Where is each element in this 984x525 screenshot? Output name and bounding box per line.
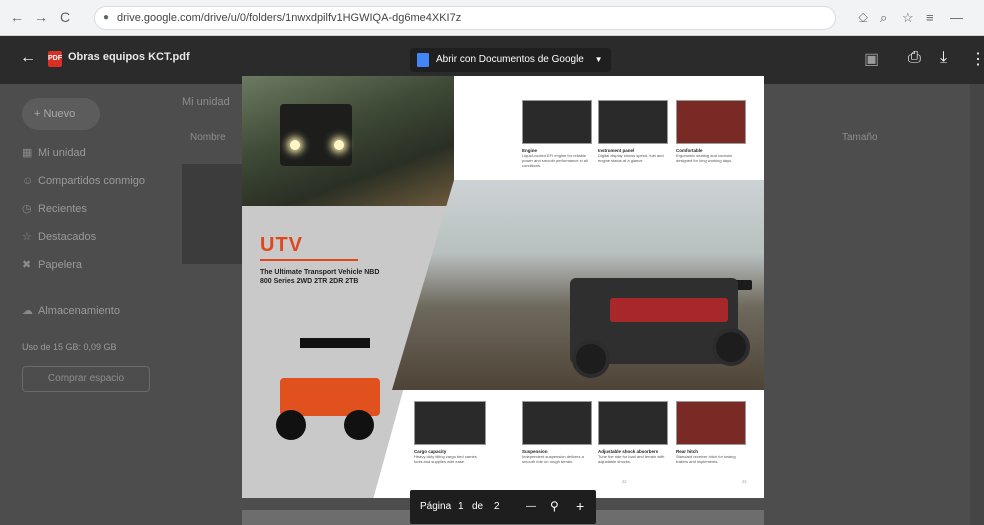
utv-cage [300,338,370,348]
open-with-label: Abrir con Documentos de Google [436,54,584,65]
folder-title: Mi unidad [182,96,230,108]
column-header-size[interactable]: Tamaño [842,132,878,143]
detail-photo-shocks [598,401,668,445]
caption-instruments: Instrument panel Digital display shows sp… [598,148,668,163]
zoom-icon[interactable]: ⌕ [880,10,887,26]
photo-utv-studio [270,338,382,446]
sidebar-item-storage[interactable]: ☁ Almacenamiento [22,302,120,320]
wheel [712,328,750,366]
file-thumbnail[interactable] [182,164,242,264]
wheel [572,340,610,378]
storage-usage: Uso de 15 GB: 0,09 GB [22,342,117,352]
brochure-title: UTV [260,234,303,256]
extension-icon-1[interactable]: ⎐ [858,10,868,26]
detail-photo-instruments [598,100,668,144]
reading-list-icon[interactable]: ≡ [926,10,934,25]
star-icon[interactable]: ☆ [902,10,914,26]
trash-icon: ✖ [22,259,32,271]
forward-icon[interactable]: → [34,9,48,25]
url-text: drive.google.com/drive/u/0/folders/1nwxd… [117,12,462,24]
utv-red-panel [610,298,728,322]
caption-engine: Engine Liquid-cooled EFI engine for relia… [522,148,592,168]
caption-text: Standard receiver hitch for towing trail… [676,454,736,464]
zoom-icon[interactable]: ⚲ [550,499,559,513]
detail-photo-cargo [414,401,486,445]
detail-photo-seat [676,100,746,144]
lock-icon: ● [103,12,110,23]
wheel [344,410,374,440]
drive-icon: ▦ [22,147,33,159]
caption-cargo: Cargo capacity Heavy-duty tilting cargo b… [414,449,486,464]
detail-photo-suspension [522,401,592,445]
sidebar-item-shared[interactable]: ☺ Compartidos conmigo [22,172,145,190]
caption-text: Liquid-cooled EFI engine for reliable po… [522,153,588,168]
back-icon[interactable]: ← [10,9,24,25]
caption-text: Ergonomic seating and controls designed … [676,153,733,163]
caption-text: Digital display shows speed, fuel and en… [598,153,664,163]
caption-hitch: Rear hitch Standard receiver hitch for to… [676,449,746,464]
open-with-button[interactable]: Abrir con Documentos de Google ▼ [410,48,611,72]
sidebar-item-label: Recientes [38,203,87,215]
detail-photo-engine [522,100,592,144]
headlight [334,140,344,150]
google-docs-icon [417,53,429,67]
sidebar-item-label: Destacados [38,231,97,243]
headlight [290,140,300,150]
sidebar-item-label: Compartidos conmigo [38,175,145,187]
page-label: Página [420,501,452,512]
utv-cab [280,104,352,166]
sidebar-item-label: Almacenamiento [38,305,120,317]
photo-utv-forest [242,76,454,206]
more-icon[interactable]: ⋮ [970,49,984,69]
download-icon[interactable]: ⤓ [940,49,947,67]
chevron-down-icon: ▼ [594,55,603,64]
page-of-label: de [472,501,484,512]
sidebar-item-trash[interactable]: ✖ Papelera [22,256,82,274]
sidebar-item-label: Papelera [38,259,83,271]
total-pages: 2 [494,501,500,512]
buy-storage-button[interactable]: Comprar espacio [22,366,150,392]
sidebar-item-recent[interactable]: ◷ Recientes [22,200,87,218]
caption-seat: Comfortable Ergonomic seating and control… [676,148,746,163]
file-name: Obras equipos KCT.pdf [68,51,190,63]
caption-text: Tune the ride for load and terrain with … [598,454,665,464]
page-number-left: 22 [622,479,627,484]
title-rule [260,259,358,261]
address-bar[interactable]: ● drive.google.com/drive/u/0/folders/1nw… [94,6,836,30]
brochure-subtitle: The Ultimate Transport Vehicle NBD 800 S… [260,269,380,285]
add-to-drive-icon[interactable]: ▣ [864,49,879,69]
new-button-label: Nuevo [43,108,76,120]
zoom-in-button[interactable]: + [576,498,584,514]
new-button[interactable]: + Nuevo [22,98,100,130]
browser-toolbar: ← → C ● drive.google.com/drive/u/0/folde… [0,0,984,36]
cloud-icon: ☁ [22,305,33,317]
sidebar-item-label: Mi unidad [38,147,86,159]
reload-icon[interactable]: C [60,9,70,25]
page-number-right: 23 [742,479,747,484]
caption-suspension: Suspension Independent suspension deliver… [522,449,592,464]
sidebar-item-my-drive[interactable]: ▦ Mi unidad [22,144,86,162]
detail-photo-hitch [676,401,746,445]
column-header-name[interactable]: Nombre [190,132,226,143]
side-panel [970,72,984,525]
menu-icon[interactable]: — [950,10,963,25]
page-navigator: Página 1 de 2 — ⚲ + [410,490,596,524]
star-outline-icon: ☆ [22,231,32,243]
wheel [276,410,306,440]
caption-text: Heavy-duty tilting cargo bed carries too… [414,454,477,464]
back-icon[interactable]: ← [20,49,36,67]
caption-text: Independent suspension delivers a smooth… [522,454,584,464]
current-page-input[interactable]: 1 [458,501,464,512]
print-icon[interactable]: ⎙ [908,49,921,67]
clock-icon: ◷ [22,203,32,215]
pdf-icon: PDF [48,51,62,67]
zoom-out-button[interactable]: — [526,501,536,512]
caption-shocks: Adjustable shock absorbers Tune the ride … [598,449,668,464]
pdf-page: UTV The Ultimate Transport Vehicle NBD 8… [242,76,764,498]
sidebar-item-starred[interactable]: ☆ Destacados [22,228,96,246]
shared-icon: ☺ [22,175,34,187]
photo-utv-field [392,180,764,390]
